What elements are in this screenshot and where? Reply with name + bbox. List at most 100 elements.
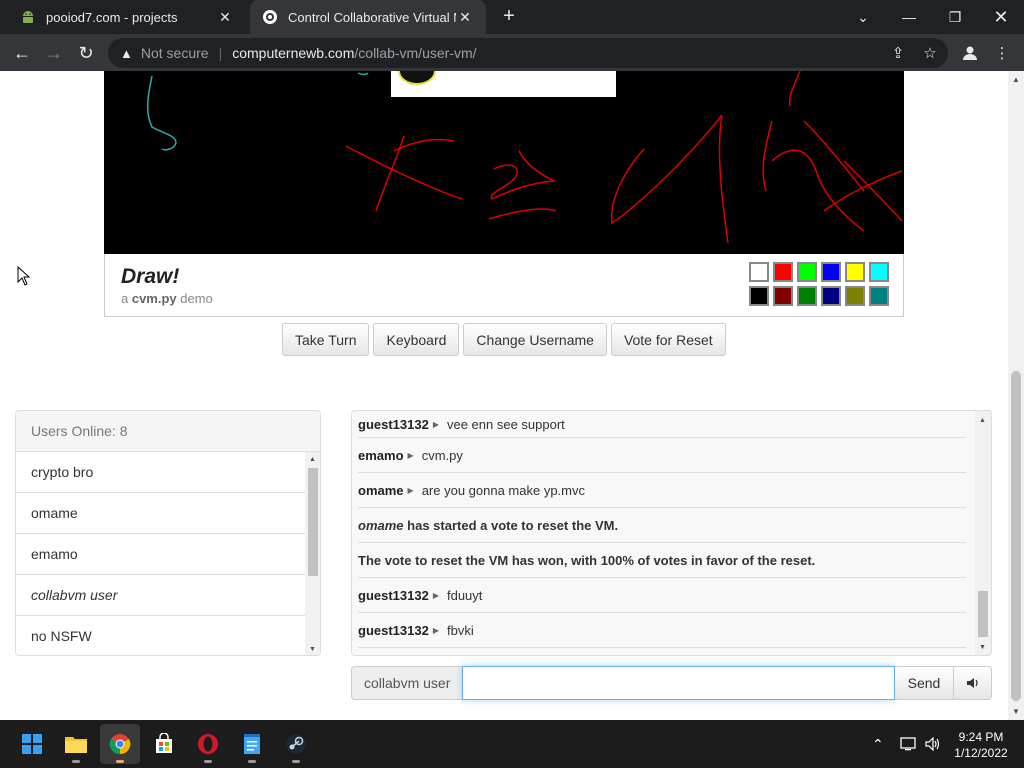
- clock-date: 1/12/2022: [954, 746, 1008, 760]
- chat-username: omame: [358, 482, 404, 498]
- scroll-up-icon[interactable]: ▲: [309, 456, 316, 463]
- profile-icon[interactable]: [956, 39, 984, 67]
- chat-text: cvm.py: [421, 447, 463, 463]
- chat-text: vee enn see support: [446, 416, 565, 432]
- user-item[interactable]: crypto bro: [16, 452, 305, 493]
- chat-scroll-thumb[interactable]: [978, 591, 988, 637]
- scroll-down-icon[interactable]: ▼: [309, 646, 316, 653]
- users-scroll-thumb[interactable]: [308, 468, 318, 576]
- minimize-button[interactable]: —: [886, 0, 932, 34]
- chat-text: are you gonna make yp.mvc: [421, 482, 585, 498]
- system-text: has started a vote to reset the VM.: [403, 517, 619, 533]
- tab-collabvm[interactable]: Control Collaborative Virtual Mac ✕: [250, 0, 486, 34]
- chat-message: guest13132 ▶ fbvki: [358, 613, 966, 648]
- close-tab-icon[interactable]: ✕: [216, 9, 234, 26]
- tray-chevron-icon[interactable]: ⌃: [872, 720, 884, 768]
- color-swatch[interactable]: [845, 262, 865, 282]
- vm-title: Draw!: [121, 265, 180, 288]
- system-text: The vote to reset the VM has won, with 1…: [358, 552, 816, 568]
- vote-reset-button[interactable]: Vote for Reset: [610, 323, 726, 356]
- url-host: computernewb.com: [232, 45, 355, 61]
- color-swatch[interactable]: [869, 262, 889, 282]
- system-clock[interactable]: 9:24 PM 1/12/2022: [946, 729, 1016, 761]
- color-swatch[interactable]: [845, 286, 865, 306]
- notepad-button[interactable]: [232, 724, 272, 764]
- speaker-icon[interactable]: [925, 720, 941, 768]
- bookmark-star-icon[interactable]: ☆: [916, 39, 944, 67]
- chat-username: guest13132: [358, 587, 429, 603]
- close-window-button[interactable]: ✕: [978, 0, 1024, 34]
- tab-pooiod7[interactable]: pooiod7.com - projects ✕: [8, 0, 246, 34]
- page-content: Draw! a cvm.py demo Take Turn Keyboard C…: [0, 71, 1008, 720]
- restore-button[interactable]: ❐: [932, 0, 978, 34]
- color-swatch[interactable]: [821, 262, 841, 282]
- page-scroll-thumb[interactable]: [1011, 371, 1021, 701]
- address-bar[interactable]: ▲ Not secure | computernewb.com /collab-…: [108, 38, 948, 68]
- chat-username-label: collabvm user: [351, 666, 462, 700]
- scroll-down-icon[interactable]: ▼: [979, 644, 986, 651]
- color-swatch[interactable]: [869, 286, 889, 306]
- chat-message: omame ▶ are you gonna make yp.mvc: [358, 473, 966, 508]
- chrome-button[interactable]: [100, 724, 140, 764]
- user-item[interactable]: emamo: [16, 534, 305, 575]
- file-explorer-button[interactable]: [56, 724, 96, 764]
- chat-username: emamo: [358, 447, 404, 463]
- send-button[interactable]: Send: [895, 666, 954, 700]
- scroll-down-icon[interactable]: ▼: [1012, 707, 1020, 716]
- chat-username: guest13132: [358, 416, 429, 432]
- chrome-icon: [109, 734, 131, 755]
- forward-button[interactable]: →: [40, 39, 68, 67]
- chat-list[interactable]: guest13132 ▶ vee enn see support emamo ▶ cvm…: [352, 411, 972, 655]
- chat-input[interactable]: [462, 666, 895, 700]
- android-icon: [20, 9, 36, 25]
- chat-input-row: collabvm user Send: [351, 666, 992, 700]
- chat-text: fbvki: [446, 622, 474, 638]
- steam-icon: [286, 734, 306, 754]
- color-swatch[interactable]: [797, 286, 817, 306]
- system-username: omame: [358, 517, 404, 533]
- scroll-up-icon[interactable]: ▲: [979, 417, 986, 424]
- url-path: /collab-vm/user-vm/: [354, 45, 477, 61]
- chat-text: fduuyt: [446, 587, 483, 603]
- notepad-icon: [244, 734, 260, 754]
- user-item[interactable]: no NSFW: [16, 616, 305, 655]
- color-swatch[interactable]: [749, 286, 769, 306]
- chat-message: guest13132 ▶ vee enn see support: [358, 411, 966, 438]
- tab-title: Control Collaborative Virtual Mac: [288, 9, 456, 25]
- reload-button[interactable]: ↻: [72, 39, 100, 67]
- tab-search-icon[interactable]: ⌄: [840, 0, 886, 34]
- users-scrollbar[interactable]: ▲ ▼: [305, 452, 320, 655]
- opera-button[interactable]: [188, 724, 228, 764]
- chat-scrollbar[interactable]: ▲ ▼: [975, 411, 991, 655]
- color-swatch[interactable]: [797, 262, 817, 282]
- browser-toolbar: ← → ↻ ▲ Not secure | computernewb.com /c…: [0, 34, 1024, 71]
- close-tab-icon[interactable]: ✕: [456, 9, 474, 26]
- chat-message: guest13132 ▶ fduuyt: [358, 578, 966, 613]
- vm-display[interactable]: [104, 71, 904, 254]
- keyboard-button[interactable]: Keyboard: [373, 323, 460, 356]
- menu-icon[interactable]: ⋮: [988, 39, 1016, 67]
- page-scrollbar[interactable]: ▲ ▼: [1008, 71, 1024, 720]
- users-list[interactable]: crypto bro omame emamo collabvm user no …: [16, 452, 305, 655]
- user-item[interactable]: omame: [16, 493, 305, 534]
- network-icon[interactable]: [900, 720, 918, 768]
- running-indicator: [292, 760, 300, 763]
- start-button[interactable]: [12, 724, 52, 764]
- volume-button[interactable]: [954, 666, 992, 700]
- change-username-button[interactable]: Change Username: [463, 323, 607, 356]
- share-icon[interactable]: ⇪: [884, 39, 912, 67]
- scroll-up-icon[interactable]: ▲: [1012, 75, 1020, 84]
- back-button[interactable]: ←: [8, 39, 36, 67]
- store-button[interactable]: [144, 724, 184, 764]
- color-swatch[interactable]: [749, 262, 769, 282]
- color-swatch[interactable]: [773, 286, 793, 306]
- new-tab-button[interactable]: +: [498, 6, 520, 28]
- running-indicator: [204, 760, 212, 763]
- user-item-self[interactable]: collabvm user: [16, 575, 305, 616]
- color-swatch[interactable]: [821, 286, 841, 306]
- users-panel: Users Online: 8 crypto bro omame emamo c…: [15, 410, 321, 656]
- take-turn-button[interactable]: Take Turn: [282, 323, 370, 356]
- color-swatch[interactable]: [773, 262, 793, 282]
- security-label: Not secure: [140, 45, 209, 61]
- steam-button[interactable]: [276, 724, 316, 764]
